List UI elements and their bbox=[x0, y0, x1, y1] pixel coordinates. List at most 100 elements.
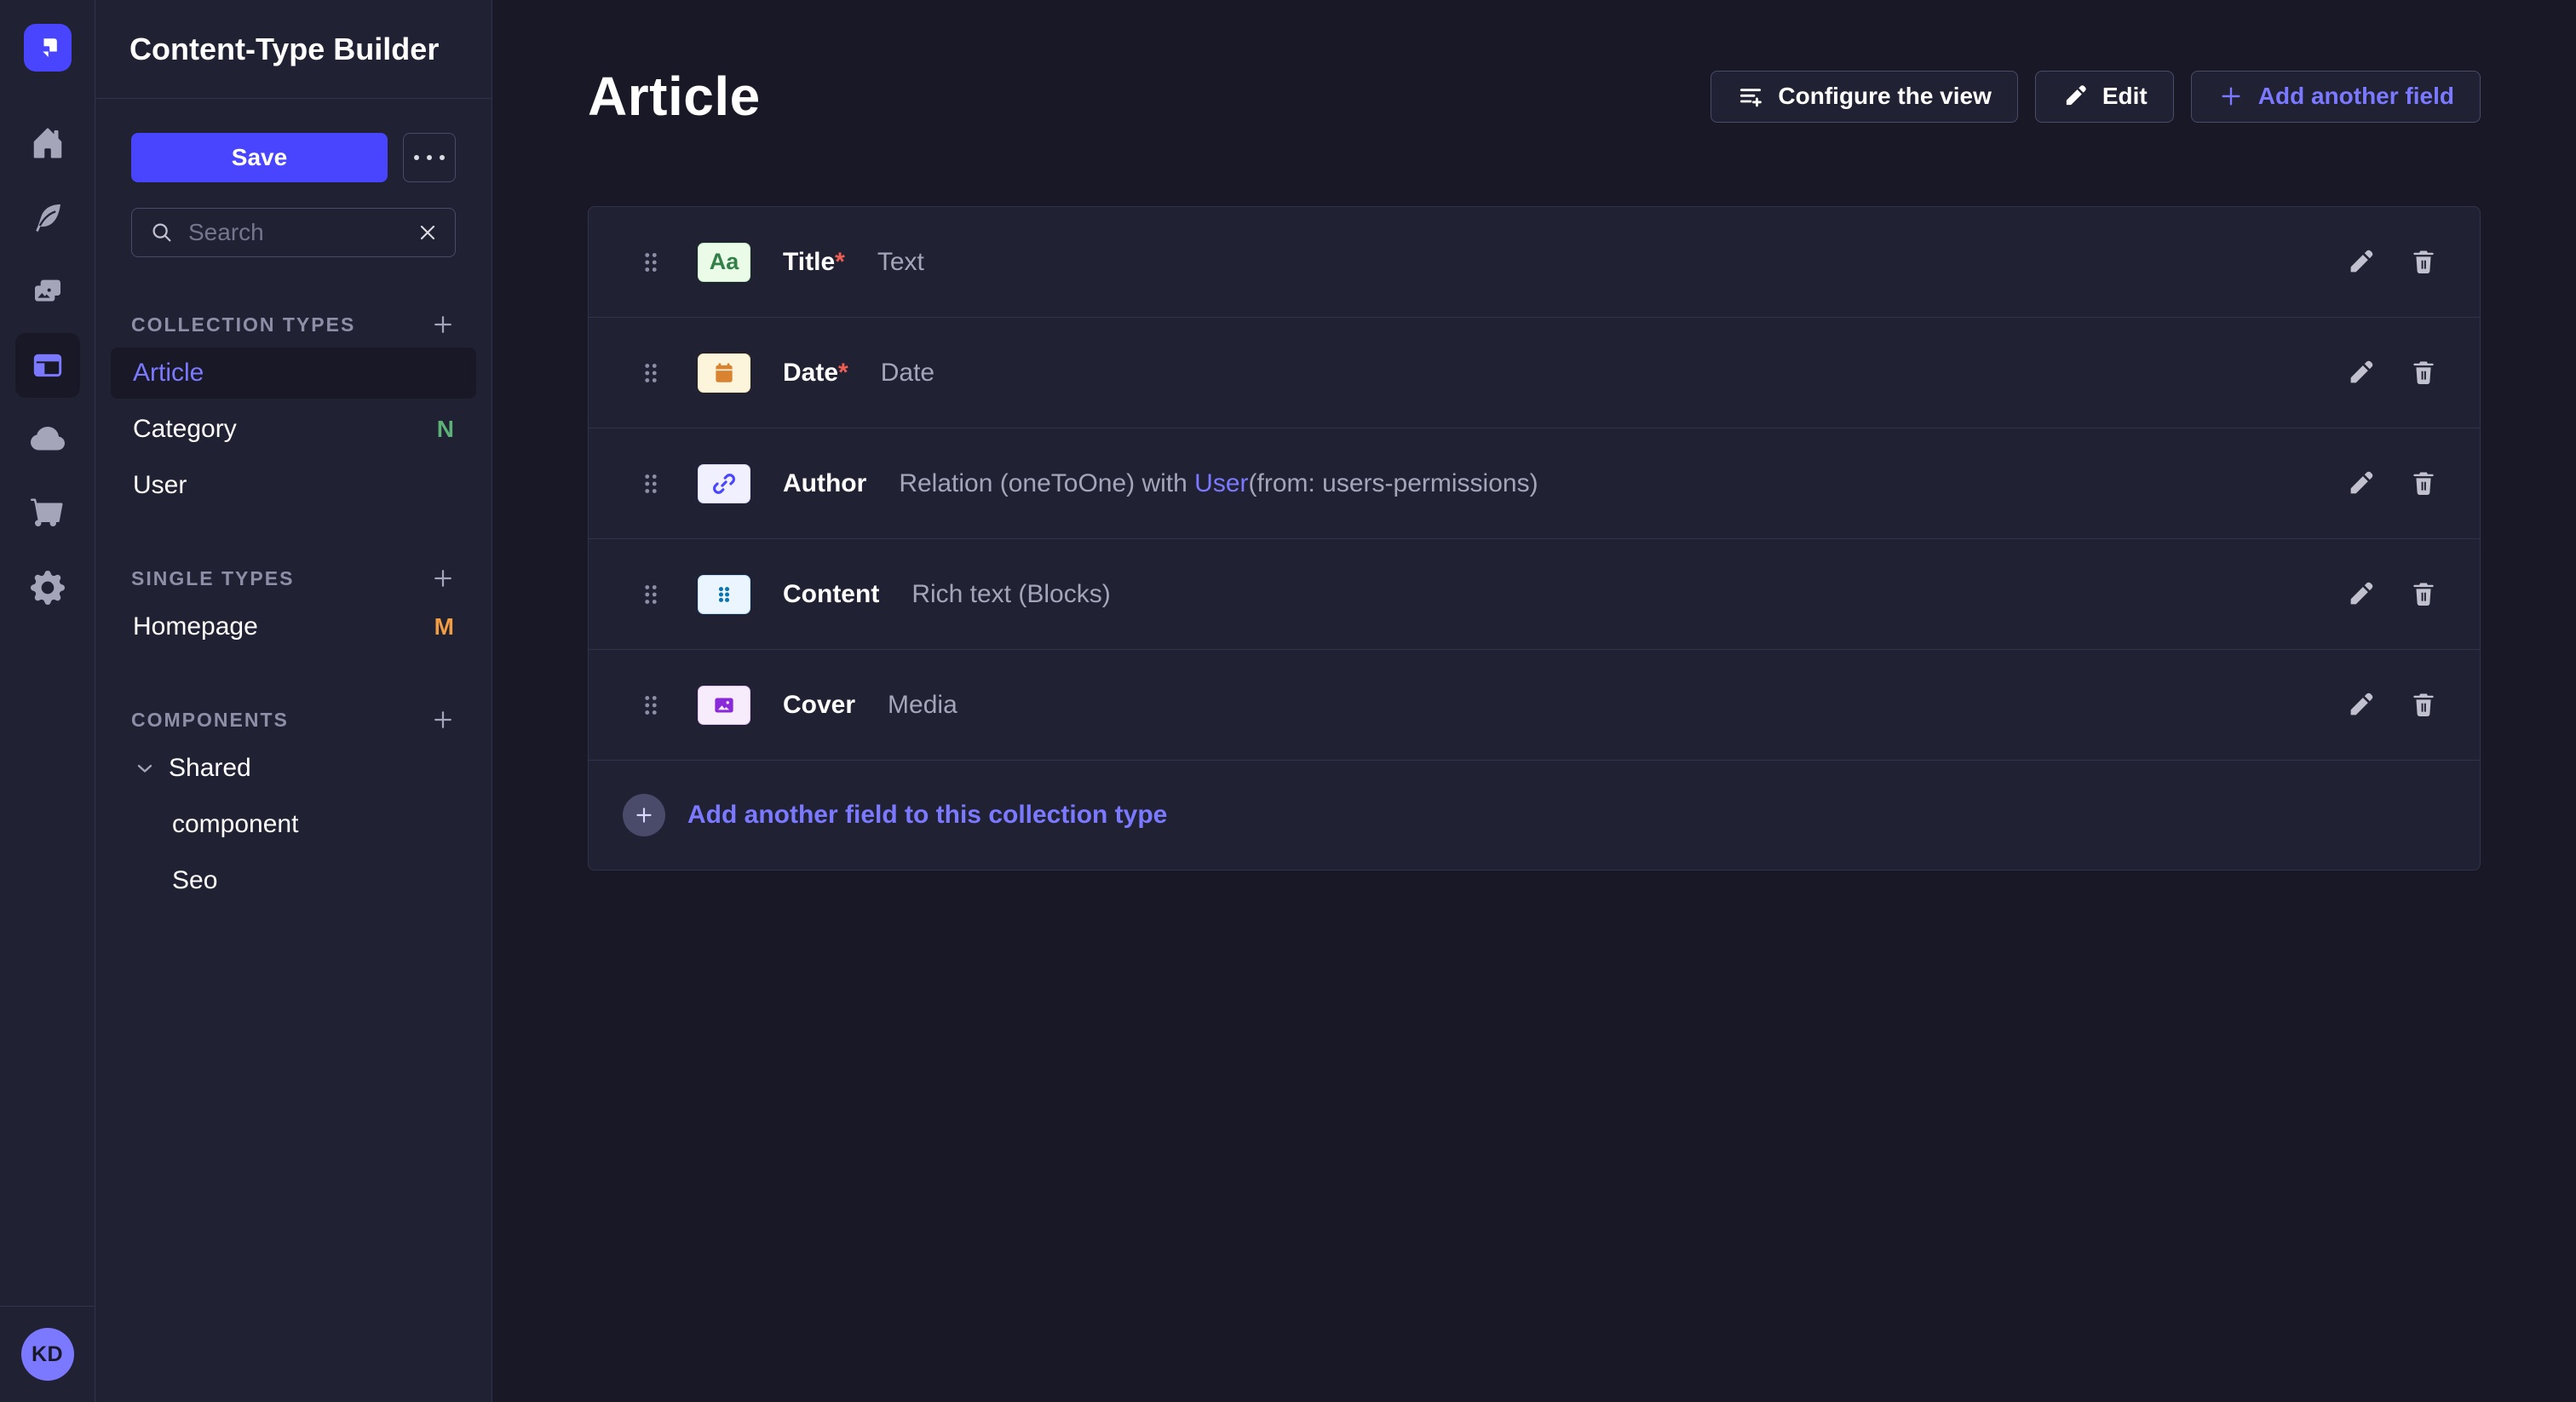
pencil-icon bbox=[2345, 468, 2376, 499]
trash-icon bbox=[2408, 358, 2439, 388]
drag-dots-icon bbox=[636, 691, 665, 720]
drag-dots-icon bbox=[636, 248, 665, 277]
calendar-icon bbox=[710, 359, 739, 388]
home-icon bbox=[31, 126, 65, 160]
edit-field-button[interactable] bbox=[2345, 579, 2376, 610]
media-field-icon bbox=[698, 686, 750, 725]
close-icon bbox=[416, 221, 440, 244]
field-row-cover: Cover Media bbox=[589, 650, 2480, 761]
relation-field-icon bbox=[698, 464, 750, 503]
sidebar-item-content-manager[interactable] bbox=[15, 185, 80, 250]
edit-field-button[interactable] bbox=[2345, 690, 2376, 721]
row-actions bbox=[2345, 579, 2439, 610]
trash-icon bbox=[2408, 247, 2439, 278]
sidebar-item-homepage[interactable]: Homepage M bbox=[111, 601, 476, 652]
field-row-date: Date* Date bbox=[589, 318, 2480, 428]
plus-icon bbox=[430, 707, 456, 733]
feather-icon bbox=[31, 200, 65, 234]
cloud-icon bbox=[31, 422, 65, 457]
section-collection-types-header: COLLECTION TYPES bbox=[131, 312, 456, 337]
add-another-field-button[interactable]: Add another field bbox=[2191, 71, 2481, 123]
plus-icon bbox=[633, 804, 655, 826]
rail-bottom: KD bbox=[0, 1306, 95, 1402]
sidebar-item-article[interactable]: Article bbox=[111, 348, 476, 399]
field-row-author: Author Relation (oneToOne) with User(fro… bbox=[589, 428, 2480, 539]
sidebar-item-category[interactable]: Category N bbox=[111, 404, 476, 455]
drag-handle[interactable] bbox=[636, 359, 665, 388]
sidebar-group-shared[interactable]: Shared bbox=[111, 743, 476, 794]
sidebar-item-user[interactable]: User bbox=[111, 460, 476, 511]
drag-handle[interactable] bbox=[636, 580, 665, 609]
sidebar-item-marketplace[interactable] bbox=[15, 481, 80, 546]
field-row-title: Aa Title* Text bbox=[589, 207, 2480, 318]
add-field-circle-button[interactable] bbox=[623, 794, 665, 836]
link-icon bbox=[710, 469, 739, 498]
plugin-sidebar-body: Save COLLECTION TYPES bbox=[95, 99, 492, 911]
page-title: Article bbox=[588, 65, 761, 128]
delete-field-button[interactable] bbox=[2408, 690, 2439, 721]
sidebar-item-component[interactable]: component bbox=[111, 799, 476, 850]
pencil-icon bbox=[2345, 358, 2376, 388]
status-badge-new: N bbox=[437, 416, 454, 443]
sidebar-item-deploy-cloud[interactable] bbox=[15, 407, 80, 472]
field-name: Cover bbox=[783, 691, 855, 720]
sidebar-item-seo[interactable]: Seo bbox=[111, 855, 476, 906]
sidebar-item-settings[interactable] bbox=[15, 555, 80, 620]
sidebar-item-home[interactable] bbox=[15, 111, 80, 175]
configure-view-button[interactable]: Configure the view bbox=[1711, 71, 2017, 123]
edit-label: Edit bbox=[2102, 83, 2148, 110]
add-collection-type-button[interactable] bbox=[430, 312, 456, 337]
sidebar-item-content-type-builder[interactable] bbox=[15, 333, 80, 398]
sidebar-item-media-library[interactable] bbox=[15, 259, 80, 324]
field-type: Media bbox=[888, 691, 957, 720]
save-button[interactable]: Save bbox=[131, 133, 388, 182]
delete-field-button[interactable] bbox=[2408, 468, 2439, 499]
search-input[interactable] bbox=[188, 219, 402, 246]
edit-field-button[interactable] bbox=[2345, 468, 2376, 499]
drag-handle[interactable] bbox=[636, 248, 665, 277]
main-header: Article Configure the view Edit Add a bbox=[588, 65, 2481, 128]
blocks-dots-icon bbox=[710, 580, 739, 609]
search-icon bbox=[149, 220, 175, 245]
edit-button[interactable]: Edit bbox=[2035, 71, 2174, 123]
add-single-type-button[interactable] bbox=[430, 566, 456, 591]
add-component-button[interactable] bbox=[430, 707, 456, 733]
chevron-down-icon bbox=[133, 756, 157, 780]
section-components-header: COMPONENTS bbox=[131, 707, 456, 733]
strapi-logo[interactable] bbox=[24, 24, 72, 72]
nav-item-label: Seo bbox=[172, 866, 217, 895]
pencil-icon bbox=[2345, 579, 2376, 610]
strapi-logo-icon bbox=[32, 32, 63, 63]
nav-item-label: component bbox=[172, 810, 298, 839]
row-actions bbox=[2345, 690, 2439, 721]
status-badge-modified: M bbox=[434, 613, 454, 641]
configure-list-icon bbox=[1737, 83, 1764, 110]
more-options-button[interactable] bbox=[403, 133, 456, 182]
edit-field-button[interactable] bbox=[2345, 358, 2376, 388]
text-field-icon: Aa bbox=[698, 243, 750, 282]
configure-view-label: Configure the view bbox=[1778, 83, 1991, 110]
clear-search-button[interactable] bbox=[416, 221, 440, 244]
drag-handle[interactable] bbox=[636, 691, 665, 720]
user-avatar[interactable]: KD bbox=[21, 1328, 74, 1381]
add-field-footer[interactable]: Add another field to this collection typ… bbox=[589, 761, 2480, 870]
relation-target-link[interactable]: User bbox=[1194, 469, 1248, 497]
edit-field-button[interactable] bbox=[2345, 247, 2376, 278]
delete-field-button[interactable] bbox=[2408, 247, 2439, 278]
delete-field-button[interactable] bbox=[2408, 579, 2439, 610]
pencil-icon bbox=[2345, 247, 2376, 278]
add-field-footer-label[interactable]: Add another field to this collection typ… bbox=[687, 801, 1167, 830]
header-buttons: Configure the view Edit Add another fiel… bbox=[1711, 71, 2481, 123]
media-library-icon bbox=[31, 274, 65, 308]
nav-item-label: Homepage bbox=[133, 612, 258, 641]
drag-handle[interactable] bbox=[636, 469, 665, 498]
section-single-types-header: SINGLE TYPES bbox=[131, 566, 456, 591]
trash-icon bbox=[2408, 468, 2439, 499]
plus-icon bbox=[430, 312, 456, 337]
nav-group-label: Shared bbox=[169, 754, 251, 783]
delete-field-button[interactable] bbox=[2408, 358, 2439, 388]
plugin-sidebar: Content-Type Builder Save COLLECT bbox=[95, 0, 492, 1402]
nav-item-label: User bbox=[133, 471, 187, 500]
trash-icon bbox=[2408, 690, 2439, 721]
drag-dots-icon bbox=[636, 359, 665, 388]
